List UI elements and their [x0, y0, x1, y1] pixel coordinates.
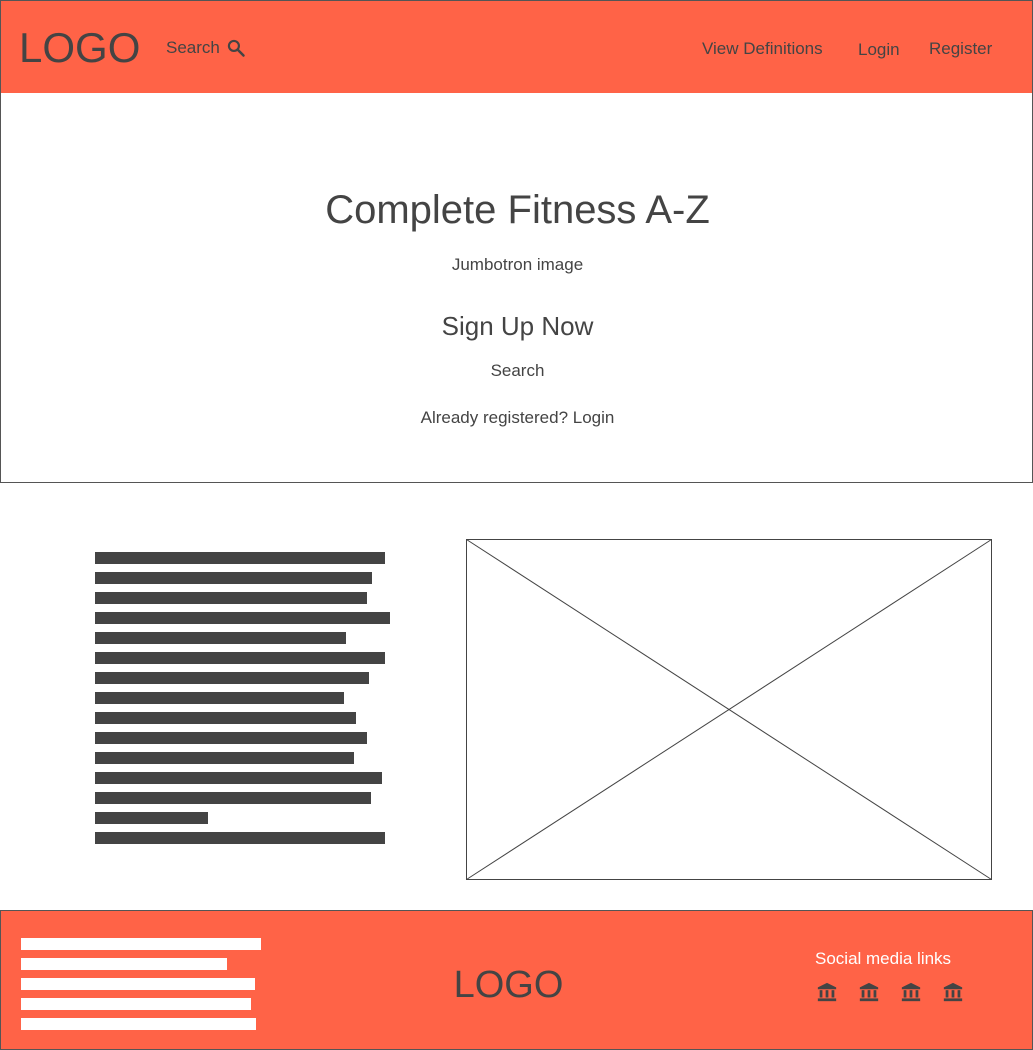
- search-icon: [227, 39, 245, 57]
- text-line: [95, 672, 369, 684]
- text-line: [95, 812, 208, 824]
- header-logo[interactable]: LOGO: [19, 25, 140, 71]
- bank-icon[interactable]: [942, 981, 964, 1003]
- text-line: [95, 732, 367, 744]
- jumbotron: Complete Fitness A-Z Jumbotron image Sig…: [0, 93, 1033, 483]
- nav-view-definitions[interactable]: View Definitions: [702, 39, 823, 59]
- text-line: [95, 572, 372, 584]
- image-placeholder: [466, 539, 992, 880]
- jumbotron-search[interactable]: Search: [1, 361, 1033, 381]
- text-line: [95, 692, 344, 704]
- text-line: [95, 712, 356, 724]
- jumbotron-subtitle: Jumbotron image: [451, 255, 584, 274]
- text-line: [95, 792, 371, 804]
- footer-text-line: [21, 938, 261, 950]
- text-line: [95, 652, 385, 664]
- bank-icon[interactable]: [816, 981, 838, 1003]
- text-line: [95, 772, 382, 784]
- sign-up-button[interactable]: Sign Up Now: [1, 311, 1033, 341]
- header-search-label: Search: [166, 38, 220, 57]
- footer-text-line: [21, 1018, 256, 1030]
- nav-login[interactable]: Login: [858, 40, 900, 60]
- bank-icon[interactable]: [858, 981, 880, 1003]
- text-line: [95, 552, 385, 564]
- footer-bar: LOGO Social media links: [0, 910, 1033, 1050]
- nav-register[interactable]: Register: [929, 39, 992, 59]
- jumbotron-title: Complete Fitness A-Z: [325, 188, 710, 232]
- text-line: [95, 832, 385, 844]
- text-line: [95, 752, 354, 764]
- bank-icon[interactable]: [900, 981, 922, 1003]
- header-bar: LOGO Search View Definitions Login Regis…: [0, 0, 1033, 94]
- text-line: [95, 592, 367, 604]
- header-search[interactable]: Search: [166, 38, 246, 58]
- text-line: [95, 612, 390, 624]
- social-icons-row: [816, 981, 964, 1003]
- text-line: [95, 632, 346, 644]
- social-media-title: Social media links: [815, 949, 952, 968]
- login-prompt[interactable]: Already registered? Login: [1, 408, 1033, 428]
- text-block-placeholder: [95, 552, 390, 852]
